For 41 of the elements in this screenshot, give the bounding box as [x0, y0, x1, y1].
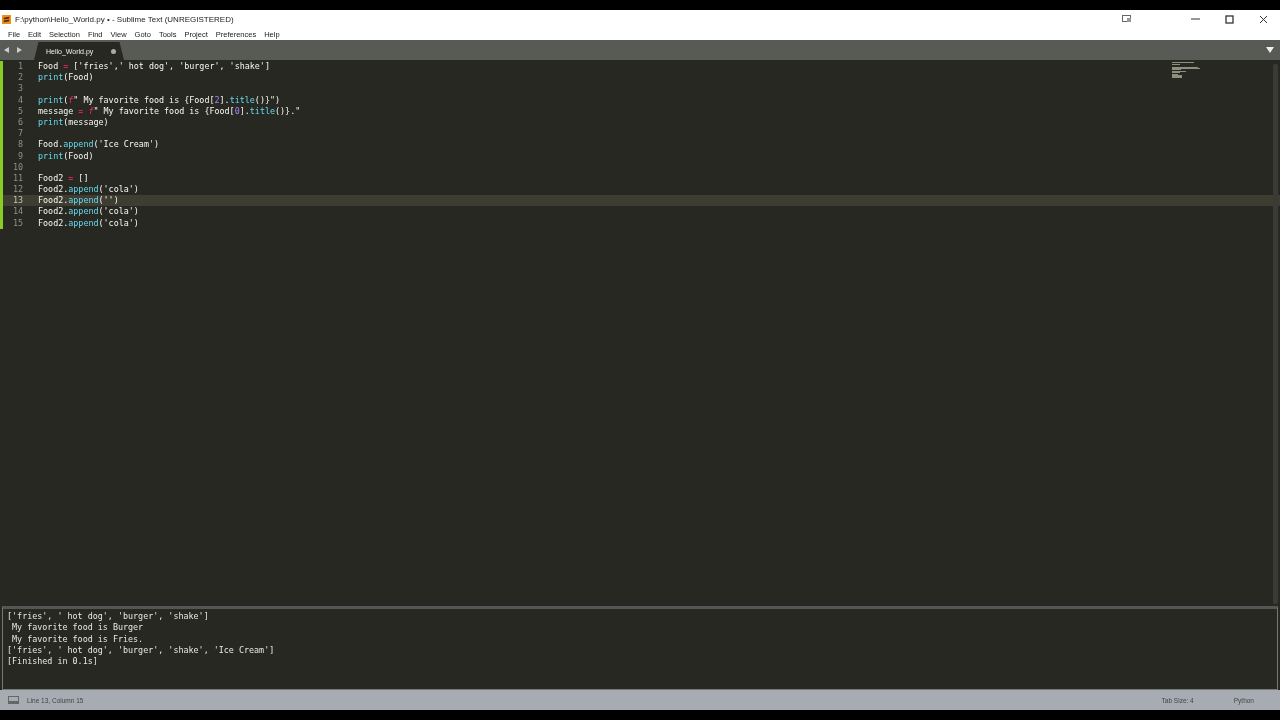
dropdown-icon[interactable] — [1266, 47, 1274, 53]
maximize-icon[interactable] — [1224, 14, 1234, 24]
output-line: ['fries', ' hot dog', 'burger', 'shake'] — [7, 611, 210, 623]
code-line: print(Food) — [38, 72, 94, 84]
code-line: print(Food) — [38, 150, 94, 162]
code-line: print(message) — [38, 116, 109, 129]
code-line: Food2.append('cola') — [38, 217, 139, 229]
app-logo-icon — [2, 14, 11, 24]
output-line: My favorite food is Burger — [11, 622, 145, 634]
line-number: 13 — [11, 195, 24, 207]
line-number: 2 — [16, 72, 24, 84]
line-number: 8 — [16, 139, 24, 151]
code-line: Food2.append('cola') — [38, 184, 139, 196]
line-number: 4 — [16, 94, 24, 106]
code-line: Food2.append('cola') — [38, 206, 139, 218]
line-number: 14 — [11, 206, 24, 218]
code-line: message = f" My favorite food is {Food[0].title()}." — [38, 105, 301, 117]
code-line: Food.append('Ice Cream') — [38, 139, 160, 151]
line-number: 11 — [11, 172, 24, 185]
minimize-icon[interactable] — [1190, 18, 1200, 20]
line-number: 10 — [11, 161, 24, 173]
output-line: My favorite food is Fries. — [11, 633, 145, 645]
screen-icon[interactable] — [1122, 15, 1132, 23]
line-number: 15 — [11, 217, 24, 229]
code-line: print(f" My favorite food is {Food[2].title()}") — [38, 94, 281, 106]
line-number: 9 — [16, 150, 24, 162]
line-number: 3 — [16, 83, 24, 95]
line-number: 6 — [16, 116, 24, 129]
line-number: 1 — [16, 61, 24, 73]
line-number: 7 — [16, 128, 24, 140]
code-line: Food = ['fries',' hot dog', 'burger', 'shake'] — [38, 61, 270, 73]
tab-nav-arrows-icon[interactable] — [4, 47, 22, 53]
code-line: Food2 = [] — [38, 172, 89, 185]
code-line: Food2.append('') — [38, 195, 119, 207]
line-number: 12 — [11, 184, 24, 196]
window-title: F:\python\Hello_World.py • - Sublime Text (UNREGISTERED) — [15, 14, 235, 24]
panel-toggle-icon[interactable] — [8, 696, 19, 704]
output-line: ['fries', ' hot dog', 'burger', 'shake', 'Ice Cream'] — [7, 644, 276, 657]
close-icon[interactable] — [1258, 14, 1268, 24]
line-number: 5 — [16, 105, 24, 117]
output-line: [Finished in 0.1s] — [7, 656, 99, 668]
